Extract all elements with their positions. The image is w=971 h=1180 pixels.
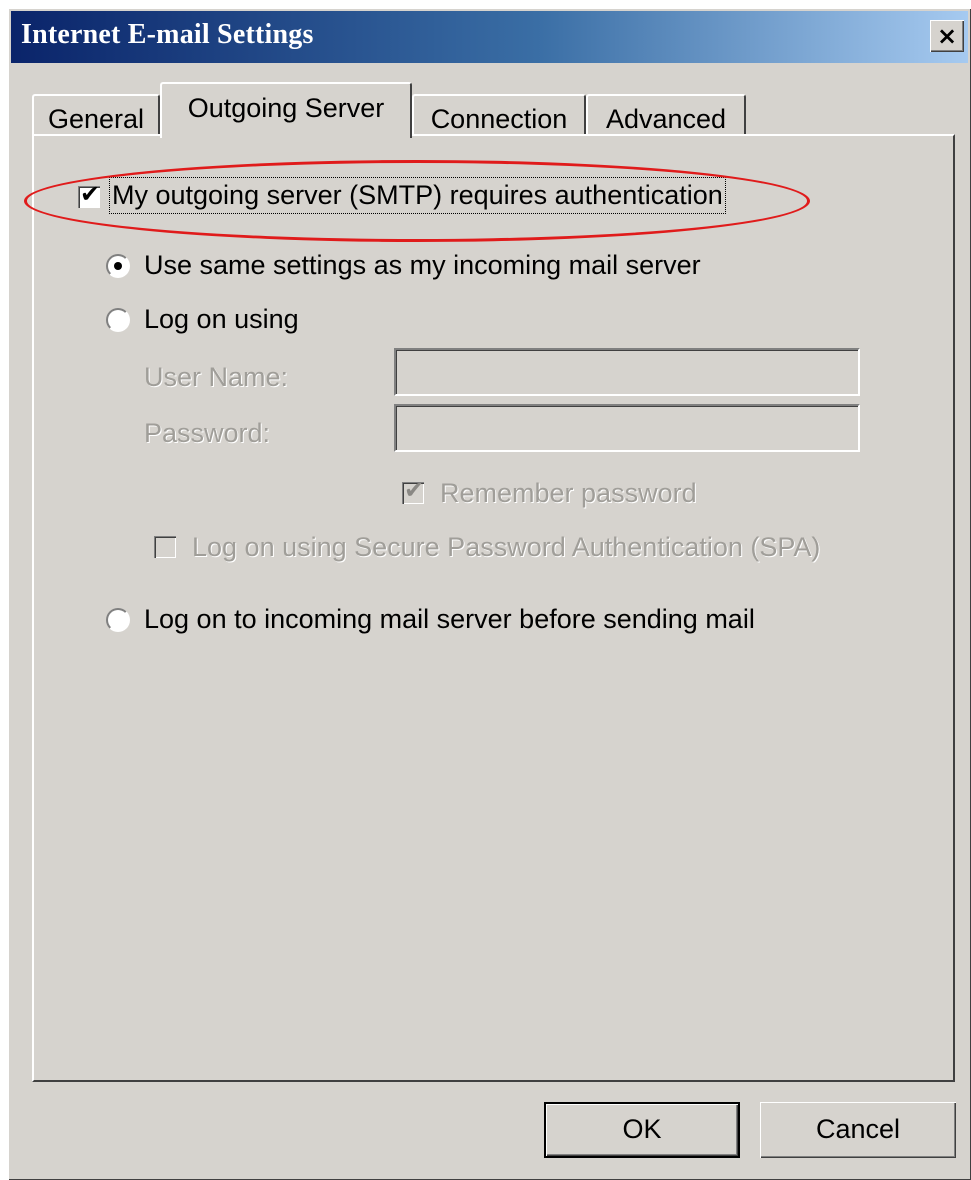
use-same-settings-radio[interactable] — [106, 254, 130, 278]
user-name-label: User Name: — [144, 362, 289, 392]
tab-general-label: General — [47, 104, 145, 134]
remember-password-label[interactable]: Remember password — [440, 478, 697, 509]
spa-label[interactable]: Log on using Secure Password Authenticat… — [192, 532, 820, 563]
tab-outgoing-server-label: Outgoing Server — [187, 93, 385, 123]
tab-outgoing-server[interactable]: Outgoing Server — [160, 82, 412, 138]
title-bar[interactable]: Internet E-mail Settings × — [11, 11, 968, 63]
log-on-incoming-label[interactable]: Log on to incoming mail server before se… — [144, 604, 755, 635]
log-on-incoming-radio[interactable] — [106, 608, 130, 632]
smtp-auth-label[interactable]: My outgoing server (SMTP) requires authe… — [109, 177, 726, 214]
use-same-settings-label[interactable]: Use same settings as my incoming mail se… — [144, 250, 701, 281]
remember-password-checkbox[interactable]: ✔ — [402, 476, 424, 504]
tab-connection-label: Connection — [430, 104, 568, 134]
spa-checkbox[interactable] — [154, 536, 176, 558]
cancel-button-label: Cancel — [815, 1114, 901, 1144]
close-icon: × — [936, 22, 958, 50]
cancel-button[interactable]: Cancel — [760, 1102, 956, 1158]
radio-selected-dot — [114, 262, 122, 270]
checkmark-icon: ✔ — [404, 476, 425, 504]
ok-button[interactable]: OK — [544, 1102, 740, 1158]
window-title: Internet E-mail Settings — [21, 19, 314, 50]
smtp-auth-checkbox[interactable]: ✔ — [78, 180, 100, 208]
password-label: Password: — [144, 418, 271, 448]
tab-advanced-label: Advanced — [605, 104, 727, 134]
checkmark-icon: ✔ — [80, 180, 101, 208]
close-button[interactable]: × — [930, 20, 964, 52]
ok-button-label: OK — [622, 1114, 662, 1144]
internet-email-settings-dialog: Internet E-mail Settings × General Outgo… — [8, 8, 971, 1180]
log-on-using-radio[interactable] — [106, 308, 130, 332]
user-name-input[interactable] — [394, 348, 860, 396]
log-on-using-label[interactable]: Log on using — [144, 304, 299, 335]
password-input[interactable] — [394, 404, 860, 452]
